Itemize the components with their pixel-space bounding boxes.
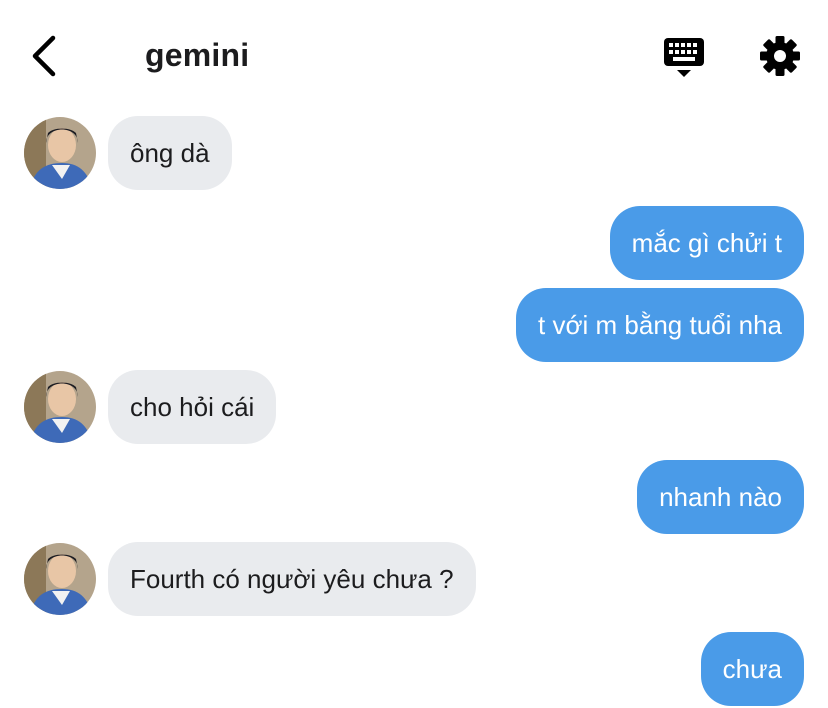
profile-photo bbox=[24, 543, 96, 615]
gear-icon bbox=[760, 36, 800, 76]
chat-header: gemini bbox=[0, 0, 828, 110]
profile-photo bbox=[24, 371, 96, 443]
keyboard-button[interactable] bbox=[662, 36, 706, 80]
outgoing-message-bubble[interactable]: mắc gì chửi t bbox=[609, 206, 804, 280]
message-row: ông dà bbox=[0, 116, 828, 190]
message-row: nhanh nào bbox=[0, 460, 828, 534]
message-row: mắc gì chửi t bbox=[0, 206, 828, 280]
message-row: t với m bằng tuổi nha bbox=[0, 288, 828, 362]
incoming-message-bubble[interactable]: Fourth có người yêu chưa ? bbox=[108, 542, 476, 616]
avatar[interactable] bbox=[24, 371, 96, 443]
chevron-left-icon bbox=[32, 35, 56, 77]
message-row: chưa bbox=[0, 632, 828, 706]
avatar[interactable] bbox=[24, 117, 96, 189]
message-row: Fourth có người yêu chưa ? bbox=[0, 542, 828, 616]
outgoing-message-bubble[interactable]: chưa bbox=[700, 632, 804, 706]
incoming-message-bubble[interactable]: cho hỏi cái bbox=[108, 370, 277, 444]
outgoing-message-bubble[interactable]: t với m bằng tuổi nha bbox=[516, 288, 804, 362]
page-title: gemini bbox=[145, 37, 250, 73]
keyboard-icon bbox=[664, 38, 704, 77]
back-button[interactable] bbox=[26, 32, 66, 80]
message-row: cho hỏi cái bbox=[0, 370, 828, 444]
incoming-message-bubble[interactable]: ông dà bbox=[108, 116, 232, 190]
outgoing-message-bubble[interactable]: nhanh nào bbox=[637, 460, 804, 534]
profile-photo bbox=[24, 117, 96, 189]
settings-button[interactable] bbox=[759, 35, 801, 77]
avatar[interactable] bbox=[24, 543, 96, 615]
